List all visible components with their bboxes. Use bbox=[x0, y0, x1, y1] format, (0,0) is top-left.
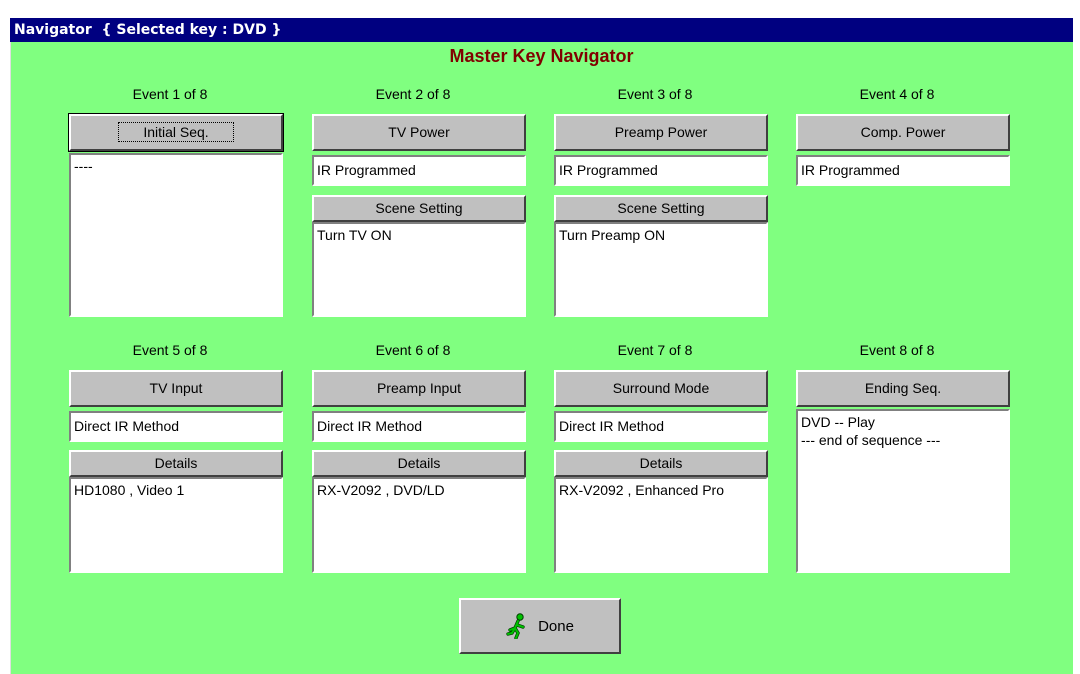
preamp-input-status[interactable]: Direct IR Method bbox=[312, 411, 526, 442]
navigator-window: Navigator { Selected key : DVD } Master … bbox=[10, 18, 1073, 674]
ending-seq-list[interactable]: DVD -- Play --- end of sequence --- bbox=[796, 409, 1010, 573]
comp-power-status[interactable]: IR Programmed bbox=[796, 155, 1010, 186]
surround-mode-details-button[interactable]: Details bbox=[554, 450, 768, 477]
tv-input-status[interactable]: Direct IR Method bbox=[69, 411, 283, 442]
tv-input-details-text[interactable]: HD1080 , Video 1 bbox=[69, 477, 283, 573]
preamp-power-status[interactable]: IR Programmed bbox=[554, 155, 768, 186]
comp-power-button[interactable]: Comp. Power bbox=[796, 114, 1010, 151]
preamp-input-button[interactable]: Preamp Input bbox=[312, 370, 526, 407]
done-label: Done bbox=[538, 617, 574, 635]
initial-seq-button[interactable]: Initial Seq. bbox=[68, 113, 284, 152]
event-1-label: Event 1 of 8 bbox=[132, 86, 208, 102]
event-3-label: Event 3 of 8 bbox=[617, 86, 693, 102]
page-title: Master Key Navigator bbox=[449, 46, 634, 66]
preamp-scene-setting-button[interactable]: Scene Setting bbox=[554, 195, 768, 222]
surround-mode-button[interactable]: Surround Mode bbox=[554, 370, 768, 407]
tv-power-button[interactable]: TV Power bbox=[312, 114, 526, 151]
preamp-input-details-button[interactable]: Details bbox=[312, 450, 526, 477]
preamp-input-details-text[interactable]: RX-V2092 , DVD/LD bbox=[312, 477, 526, 573]
event-2-label: Event 2 of 8 bbox=[375, 86, 451, 102]
event-6-label: Event 6 of 8 bbox=[375, 342, 451, 358]
tv-input-button[interactable]: TV Input bbox=[69, 370, 283, 407]
surround-mode-details-text[interactable]: RX-V2092 , Enhanced Pro bbox=[554, 477, 768, 573]
preamp-scene-setting-text[interactable]: Turn Preamp ON bbox=[554, 222, 768, 317]
window-title: Navigator { Selected key : DVD } bbox=[10, 18, 1073, 42]
tv-power-status[interactable]: IR Programmed bbox=[312, 155, 526, 186]
surround-mode-status[interactable]: Direct IR Method bbox=[554, 411, 768, 442]
event-8-label: Event 8 of 8 bbox=[859, 342, 935, 358]
event-7-label: Event 7 of 8 bbox=[617, 342, 693, 358]
tv-input-details-button[interactable]: Details bbox=[69, 450, 283, 477]
initial-seq-list[interactable]: ---- bbox=[69, 153, 283, 317]
event-4-label: Event 4 of 8 bbox=[859, 86, 935, 102]
ending-seq-button[interactable]: Ending Seq. bbox=[796, 370, 1010, 407]
done-button[interactable]: Done bbox=[459, 598, 621, 654]
tv-scene-setting-text[interactable]: Turn TV ON bbox=[312, 222, 526, 317]
running-man-icon bbox=[506, 613, 525, 639]
preamp-power-button[interactable]: Preamp Power bbox=[554, 114, 768, 151]
event-5-label: Event 5 of 8 bbox=[132, 342, 208, 358]
tv-scene-setting-button[interactable]: Scene Setting bbox=[312, 195, 526, 222]
